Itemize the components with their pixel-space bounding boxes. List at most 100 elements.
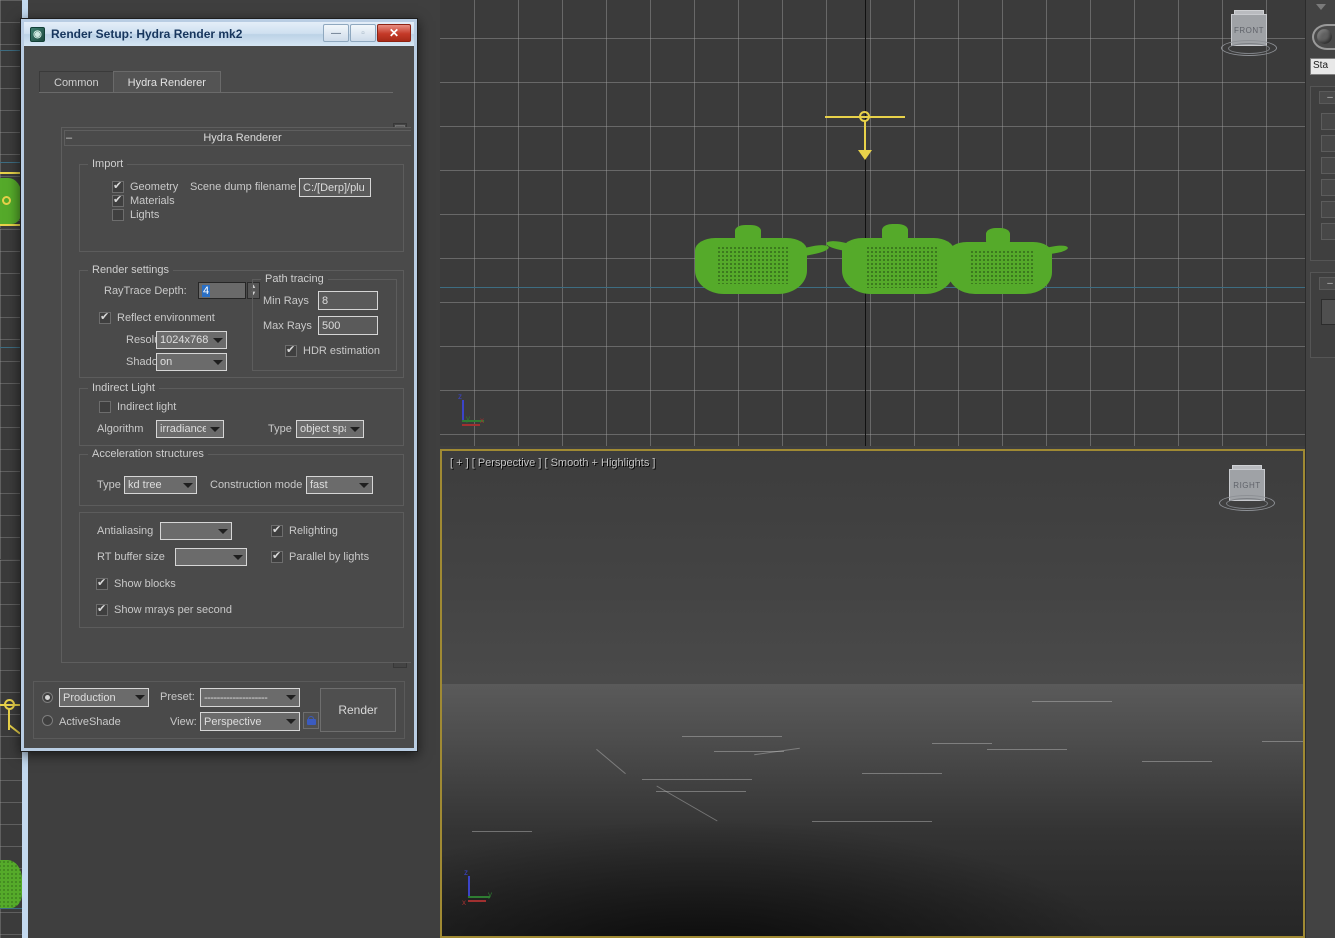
dialog-titlebar[interactable]: ◉ Render Setup: Hydra Render mk2 — ▫ ✕	[24, 22, 414, 46]
resolution-combo[interactable]: 1024x768	[156, 331, 227, 349]
radio-activeshade[interactable]	[42, 715, 53, 726]
checkbox-show-blocks[interactable]	[96, 578, 108, 590]
rollout-collapse-icon[interactable]: –	[1319, 277, 1335, 290]
production-combo[interactable]: Production	[59, 688, 149, 707]
group-indirect-light: Indirect Light Indirect light Algorithm …	[79, 388, 404, 446]
viewport-front[interactable]: FRONT z y x	[440, 0, 1305, 446]
label-min-rays: Min Rays	[263, 295, 309, 307]
accel-type-combo[interactable]: kd tree	[124, 476, 197, 494]
chevron-down-icon[interactable]	[179, 477, 196, 493]
chevron-down-icon[interactable]	[282, 689, 299, 706]
axis-label-z: z	[458, 392, 462, 401]
viewcube-front[interactable]: FRONT	[1221, 10, 1277, 66]
shadows-combo[interactable]: on	[156, 353, 227, 371]
viewport-left-bottom[interactable]	[0, 560, 22, 938]
chevron-down-icon[interactable]	[229, 549, 246, 565]
rollout-collapse-icon[interactable]: –	[1319, 91, 1335, 104]
radio-production[interactable]	[42, 692, 53, 703]
chevron-down-icon[interactable]	[209, 332, 226, 348]
viewport-left-top[interactable]	[0, 0, 22, 228]
light-gizmo-arrow	[858, 150, 872, 160]
axis-x	[468, 900, 486, 902]
label-algorithm: Algorithm	[97, 423, 143, 435]
dialog-tabs[interactable]: Common Hydra Renderer	[39, 71, 220, 93]
group-render-settings-title: Render settings	[88, 264, 173, 276]
rt-buffer-size-combo[interactable]	[175, 548, 247, 566]
panel-rollout-2[interactable]: –	[1310, 272, 1335, 358]
checkbox-parallel-by-lights[interactable]	[271, 551, 283, 563]
viewport-label-perspective: [ + ] [ Perspective ] [ Smooth + Highlig…	[450, 457, 655, 469]
label-raytrace-depth: RayTrace Depth:	[104, 285, 187, 297]
dialog-title: Render Setup: Hydra Render mk2	[51, 27, 242, 41]
min-rays-field[interactable]: 8	[318, 291, 378, 310]
viewport-axis-line	[0, 908, 22, 909]
rollout-header[interactable]: Hydra Renderer	[64, 130, 411, 146]
light-gizmo	[0, 694, 22, 740]
maximize-button[interactable]: ▫	[350, 24, 376, 42]
close-button[interactable]: ✕	[377, 24, 411, 42]
object-name-field[interactable]: Sta	[1310, 58, 1335, 75]
rendered-scene: RIGHT z y x	[442, 451, 1303, 936]
tab-common[interactable]: Common	[39, 71, 114, 93]
render-button[interactable]: Render	[320, 688, 396, 732]
lock-icon[interactable]	[303, 712, 319, 729]
construction-mode-combo[interactable]: fast	[306, 476, 373, 494]
label-antialiasing: Antialiasing	[97, 525, 153, 537]
checkbox-lights[interactable]	[112, 209, 124, 221]
render-setup-dialog[interactable]: ◉ Render Setup: Hydra Render mk2 — ▫ ✕ C…	[20, 18, 418, 752]
chevron-down-icon[interactable]	[131, 689, 148, 706]
scene-dump-filename-field[interactable]: C:/[Derp]/plu	[299, 178, 371, 197]
panel-rollout-1[interactable]: –	[1310, 86, 1335, 261]
window-controls[interactable]: — ▫ ✕	[323, 24, 411, 42]
command-panel[interactable]: Sta – –	[1305, 0, 1335, 938]
checkbox-indirect-light[interactable]	[99, 401, 111, 413]
chevron-down-icon[interactable]	[355, 477, 372, 493]
max-rays-field[interactable]: 500	[318, 316, 378, 335]
axis-y	[468, 896, 490, 898]
viewcube-right[interactable]: RIGHT	[1219, 465, 1275, 521]
indirect-type-combo[interactable]: object spa	[296, 420, 364, 438]
viewport-perspective[interactable]: RIGHT z y x [ + ] [ Perspective ] [ Smoo…	[440, 449, 1305, 938]
tab-hydra-renderer[interactable]: Hydra Renderer	[113, 71, 221, 93]
label-indirect-type: Type	[268, 423, 292, 435]
teapot-wireframe[interactable]	[948, 222, 1066, 294]
chevron-down-icon[interactable]	[346, 421, 363, 437]
label-show-blocks: Show blocks	[114, 578, 176, 590]
panel-round-button-inner	[1317, 29, 1332, 44]
view-combo[interactable]: Perspective	[200, 712, 300, 731]
viewport-left-middle[interactable]	[0, 229, 22, 559]
label-reflect-environment: Reflect environment	[117, 312, 215, 324]
teapot-wireframe[interactable]	[695, 218, 823, 294]
axis-label-x: x	[462, 898, 466, 907]
group-path-tracing: Path tracing Min Rays 8 Max Rays 500 HDR…	[252, 279, 397, 371]
checkbox-relighting[interactable]	[271, 525, 283, 537]
checkbox-reflect-environment[interactable]	[99, 312, 111, 324]
checkbox-hdr-estimation[interactable]	[285, 345, 297, 357]
teapot-wireframe	[0, 860, 22, 908]
checkbox-geometry[interactable]	[112, 181, 124, 193]
checkbox-show-mrays[interactable]	[96, 604, 108, 616]
antialiasing-combo[interactable]	[160, 522, 232, 540]
algorithm-combo[interactable]: irradiance	[156, 420, 224, 438]
rollout-collapse-icon[interactable]: –	[66, 132, 72, 144]
group-acceleration-title: Acceleration structures	[88, 448, 208, 460]
light-gizmo-ray	[8, 724, 20, 734]
axis-tripod: z y x	[456, 394, 496, 434]
preset-combo[interactable]: --------------------	[200, 688, 300, 707]
viewport-axis-line	[0, 162, 22, 163]
axis-label-x: x	[480, 416, 484, 425]
chevron-down-icon[interactable]	[214, 523, 231, 539]
raytrace-depth-field[interactable]: 4	[198, 282, 246, 299]
checkbox-materials[interactable]	[112, 195, 124, 207]
label-rt-buffer-size: RT buffer size	[97, 551, 165, 563]
chevron-down-icon[interactable]	[209, 354, 226, 370]
directional-light-gizmo[interactable]	[825, 108, 905, 164]
chevron-down-icon[interactable]	[282, 713, 299, 730]
light-gizmo-line	[0, 224, 22, 226]
label-parallel-by-lights: Parallel by lights	[289, 551, 369, 563]
minimize-button[interactable]: —	[323, 24, 349, 42]
chevron-down-icon[interactable]	[206, 421, 223, 437]
scene-floor-shadow	[442, 684, 1303, 936]
light-gizmo-stem	[864, 121, 866, 151]
chevron-down-icon[interactable]	[1316, 4, 1326, 10]
